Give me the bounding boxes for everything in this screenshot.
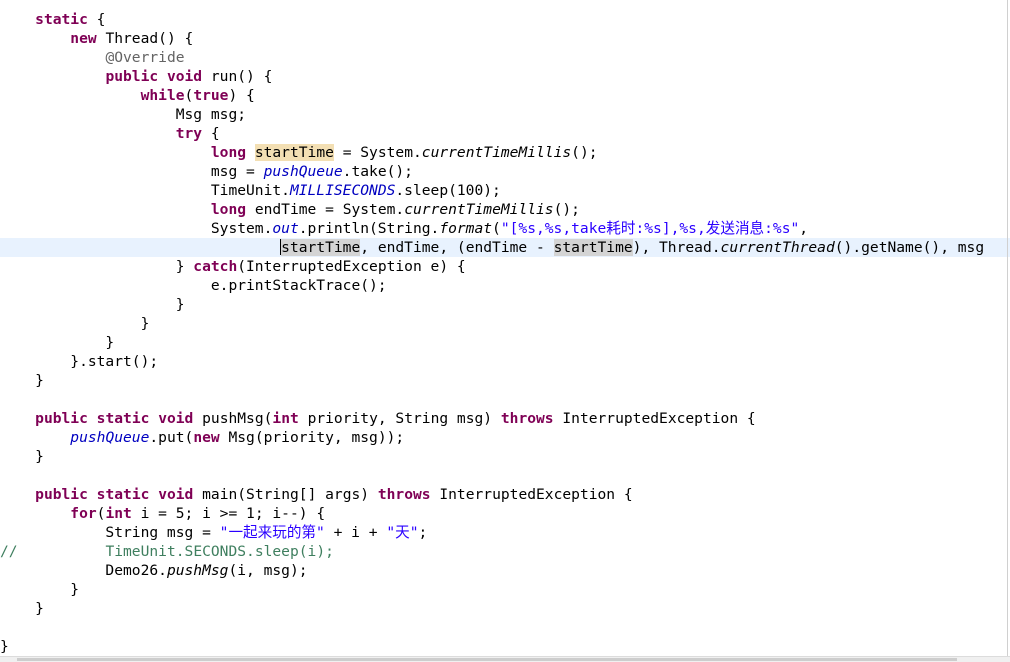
code-line: }	[0, 372, 44, 389]
code-line: try {	[175, 125, 220, 142]
code-line: long endTime = System.currentTimeMillis(…	[210, 201, 580, 218]
horizontal-scrollbar[interactable]	[0, 656, 1010, 662]
code-line: }.start();	[0, 353, 159, 370]
code-line: e.printStackTrace();	[0, 277, 387, 294]
start-time-declaration: startTime	[254, 144, 334, 161]
code-line: }	[0, 334, 115, 351]
code-line: System.out.println(String.format("[%s,%s…	[0, 220, 809, 237]
code-line: Msg msg;	[0, 106, 247, 123]
code-line: }	[0, 638, 9, 655]
code-line: } catch(InterruptedException e) {	[0, 258, 466, 275]
code-line: public static void main(String[] args) t…	[35, 486, 633, 503]
code-line: }	[0, 581, 80, 598]
code-line: }	[0, 448, 44, 465]
format-string: "[%s,%s,take耗时:%s],%s,发送消息:%s"	[500, 220, 800, 237]
override-annotation: @Override	[105, 49, 185, 66]
code-line: public static void pushMsg(int priority,…	[35, 410, 756, 427]
current-code-line[interactable]: startTime, endTime, (endTime - startTime…	[0, 238, 1010, 257]
code-line: Demo26.pushMsg(i, msg);	[0, 562, 308, 579]
code-line: for(int i = 5; i >= 1; i--) {	[70, 505, 326, 522]
code-line: }	[0, 600, 44, 617]
code-line: pushQueue.put(new Msg(priority, msg));	[70, 429, 405, 446]
code-line: }	[0, 315, 150, 332]
code-line: }	[0, 296, 185, 313]
code-editor[interactable]: static { new Thread() { @Override public…	[0, 0, 1010, 658]
code-line: while(true) {	[140, 87, 255, 104]
editor-right-border	[1007, 0, 1008, 658]
code-line: new Thread() {	[70, 30, 194, 47]
code-line: static {	[35, 11, 106, 28]
code-line: long startTime = System.currentTimeMilli…	[210, 144, 598, 161]
code-line: TimeUnit.MILLISECONDS.sleep(100);	[0, 182, 501, 199]
code-line: // TimeUnit.SECONDS.sleep(i);	[0, 543, 334, 560]
code-line: public void run() {	[105, 68, 273, 85]
code-line: @Override	[0, 48, 1010, 67]
code-line: String msg = "一起来玩的第" + i + "天";	[0, 524, 428, 541]
code-line: msg = pushQueue.take();	[0, 163, 413, 180]
